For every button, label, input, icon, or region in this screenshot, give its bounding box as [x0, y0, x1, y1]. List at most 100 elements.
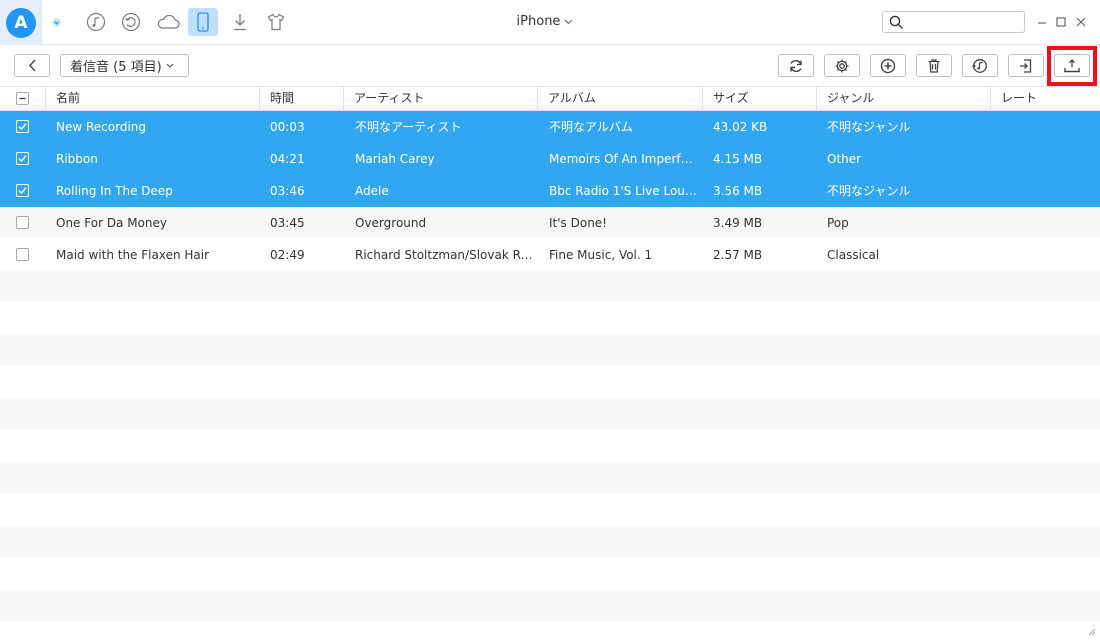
- highlight-annotation: [1047, 46, 1097, 86]
- refresh-icon: [790, 59, 802, 72]
- chevron-down-icon: [565, 19, 573, 24]
- cell-album: It's Done!: [549, 216, 607, 230]
- empty-row: [0, 399, 1100, 431]
- cell-album: Memoirs Of An Imperfect...: [549, 152, 697, 166]
- cell-album: 不明なアルバム: [549, 120, 633, 134]
- minimize-icon: [1038, 22, 1046, 24]
- cell-size: 43.02 KB: [713, 120, 768, 134]
- cell-album: Fine Music, Vol. 1: [549, 248, 653, 262]
- column-header-album[interactable]: アルバム: [537, 87, 702, 110]
- table-row[interactable]: Rolling In The Deep 03:46 Adele Bbc Radio 1…: [0, 175, 1100, 207]
- cell-size: 4.15 MB: [713, 152, 763, 166]
- cell-name: Ribbon: [56, 152, 98, 166]
- column-header-rating[interactable]: レート: [990, 87, 1100, 110]
- empty-row: [0, 335, 1100, 367]
- cell-artist: Mariah Carey: [355, 152, 435, 166]
- row-checkbox[interactable]: [16, 152, 29, 165]
- column-header-time[interactable]: 時間: [259, 87, 343, 110]
- table-row[interactable]: New Recording 00:03 不明なアーティスト 不明なアルバム 43.02 …: [0, 111, 1100, 143]
- cell-time: 04:21: [270, 152, 305, 166]
- search-box[interactable]: [882, 11, 1025, 33]
- settings-button[interactable]: [824, 54, 860, 77]
- table-header: 名前 時間 アーティスト アルバム サイズ ジャンル レート: [0, 86, 1100, 111]
- empty-row: [0, 559, 1100, 591]
- cell-artist: Richard Stoltzman/Slovak Radi...: [355, 248, 533, 262]
- column-header-name[interactable]: 名前: [45, 87, 259, 110]
- resize-grip-icon[interactable]: [1086, 626, 1096, 636]
- select-all-checkbox[interactable]: [16, 92, 29, 105]
- cell-genre: 不明なジャンル: [827, 120, 911, 134]
- cell-genre: Pop: [827, 216, 849, 230]
- minus-icon: [19, 97, 26, 100]
- app-logo[interactable]: A: [0, 0, 42, 45]
- empty-row: [0, 591, 1100, 623]
- app-logo-icon: A: [6, 7, 36, 38]
- category-label: 着信音 (5 項目): [70, 60, 162, 75]
- history-icon[interactable]: [116, 8, 146, 36]
- maximize-icon: [1056, 17, 1066, 27]
- search-input[interactable]: [909, 14, 1019, 30]
- cell-album: Bbc Radio 1'S Live Loung...: [549, 184, 697, 198]
- empty-row: [0, 367, 1100, 399]
- cell-genre: 不明なジャンル: [827, 184, 911, 198]
- phone-icon[interactable]: [188, 8, 218, 36]
- to-device-button[interactable]: [1008, 54, 1044, 77]
- category-dropdown[interactable]: 着信音 (5 項目): [60, 54, 189, 77]
- column-header-size[interactable]: サイズ: [702, 87, 816, 110]
- delete-button[interactable]: [916, 54, 952, 77]
- search-icon: [889, 15, 904, 30]
- empty-row: [0, 271, 1100, 303]
- refresh-button[interactable]: [778, 54, 814, 77]
- cell-genre: Other: [827, 152, 862, 166]
- import-icon: [1020, 58, 1032, 73]
- gear-icon: [835, 59, 849, 72]
- empty-row: [0, 623, 1100, 640]
- download-icon[interactable]: [225, 8, 255, 36]
- empty-row: [0, 303, 1100, 335]
- tshirt-icon[interactable]: [261, 8, 291, 36]
- cell-size: 3.56 MB: [713, 184, 763, 198]
- checkmark-icon: [18, 155, 27, 163]
- row-checkbox[interactable]: [16, 120, 29, 133]
- cell-artist: Overground: [355, 216, 427, 230]
- column-header-artist[interactable]: アーティスト: [343, 87, 537, 110]
- chevron-down-icon: [166, 63, 174, 68]
- chevron-left-icon: [28, 59, 36, 72]
- cell-size: 2.57 MB: [713, 248, 763, 262]
- column-header-genre[interactable]: ジャンル: [816, 87, 990, 110]
- checkmark-icon: [18, 123, 27, 131]
- cell-size: 3.49 MB: [713, 216, 763, 230]
- empty-row: [0, 431, 1100, 463]
- empty-row: [0, 527, 1100, 559]
- table-row[interactable]: One For Da Money 03:45 Overground It's Done…: [0, 207, 1100, 239]
- back-button[interactable]: [14, 54, 50, 77]
- cell-artist: Adele: [355, 184, 389, 198]
- device-name: iPhone: [516, 14, 561, 29]
- add-button[interactable]: [870, 54, 906, 77]
- maximize-button[interactable]: [1053, 14, 1069, 30]
- row-checkbox[interactable]: [16, 184, 29, 197]
- empty-row: [0, 463, 1100, 495]
- logo-dropdown-icon[interactable]: [48, 14, 64, 30]
- cloud-icon[interactable]: [153, 8, 183, 36]
- cell-artist: 不明なアーティスト: [355, 120, 462, 134]
- cell-genre: Classical: [827, 248, 880, 262]
- cell-time: 00:03: [270, 120, 305, 134]
- row-checkbox[interactable]: [16, 216, 29, 229]
- cell-time: 03:46: [270, 184, 305, 198]
- cell-name: Maid with the Flaxen Hair: [56, 248, 210, 262]
- itunes-transfer-icon: [972, 58, 987, 73]
- table-row[interactable]: Maid with the Flaxen Hair 02:49 Richard St…: [0, 239, 1100, 271]
- music-icon[interactable]: [81, 8, 111, 36]
- cell-name: One For Da Money: [56, 216, 168, 230]
- table-row[interactable]: Ribbon 04:21 Mariah Carey Memoirs Of An Imp…: [0, 143, 1100, 175]
- close-icon: [1076, 17, 1086, 27]
- empty-row: [0, 495, 1100, 527]
- cell-time: 03:45: [270, 216, 305, 230]
- device-selector[interactable]: iPhone: [495, 14, 595, 29]
- minimize-button[interactable]: [1034, 14, 1050, 30]
- to-itunes-button[interactable]: [962, 54, 998, 77]
- close-button[interactable]: [1073, 14, 1089, 30]
- row-checkbox[interactable]: [16, 248, 29, 261]
- checkmark-icon: [18, 187, 27, 195]
